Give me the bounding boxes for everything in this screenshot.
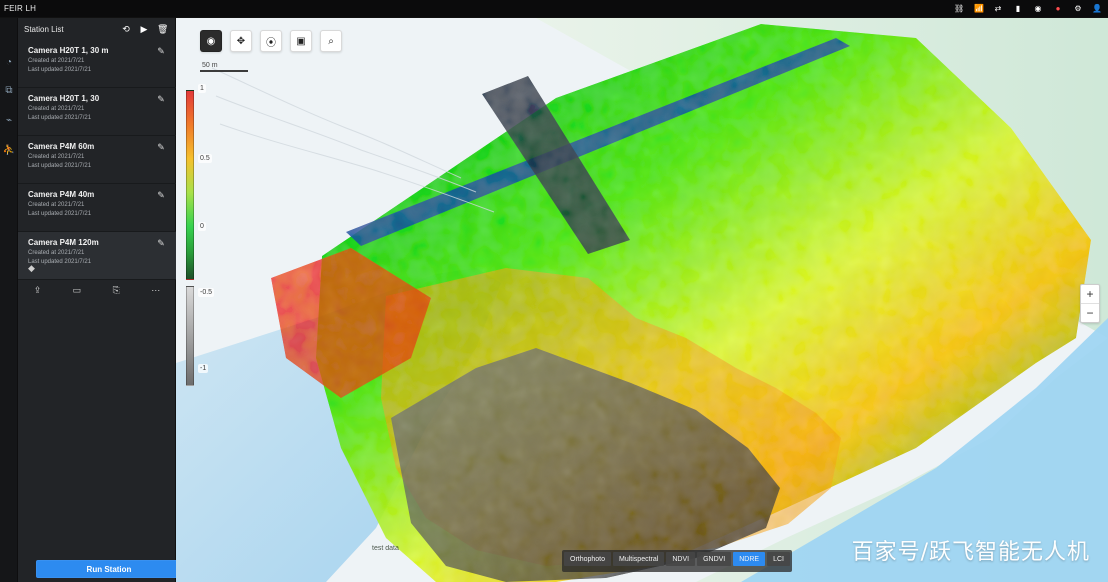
search-button[interactable]: ⌕	[320, 30, 342, 52]
map-canvas[interactable]: ◉ ✥ ⦿ ▣ ⌕ 50 m 1 0.5 0 -0.5 -1 + − test …	[176, 18, 1108, 582]
zoom-in-button[interactable]: +	[1081, 285, 1099, 303]
tab-orthophoto[interactable]: Orthophoto	[564, 552, 612, 566]
signal-icon: 📶	[974, 3, 984, 13]
legend-top: 1	[198, 84, 206, 93]
user-icon[interactable]: 👤	[1092, 4, 1102, 13]
status-group[interactable]: ⛓	[954, 3, 965, 13]
pin-button[interactable]: ⦿	[260, 30, 282, 52]
layers-icon[interactable]: ⧉	[3, 84, 15, 96]
eye-icon[interactable]: ◔	[3, 56, 15, 68]
edit-icon[interactable]: ✎	[156, 190, 166, 200]
app-title: FEIR LH	[4, 4, 37, 13]
plus-icon: +	[1086, 287, 1094, 301]
tab-ndre[interactable]: NDRE	[733, 552, 766, 566]
scale-text: 50 m	[202, 62, 218, 69]
top-status-area: ⛓ 📶 ⇄ ▮ ◉ ● ⚙ 👤	[954, 3, 1108, 13]
map-toolbar: ◉ ✥ ⦿ ▣ ⌕	[200, 30, 342, 52]
trash-icon[interactable]: 🗑	[157, 24, 168, 34]
status-icon: ⛓	[954, 3, 965, 13]
layer-tabs: Orthophoto Multispectral NDVI GNDVI NDRE…	[562, 550, 792, 572]
battery-group[interactable]: ▮	[1014, 3, 1024, 13]
run-station-button[interactable]: Run Station	[36, 560, 182, 578]
list-item-active[interactable]: Camera P4M 120m Created at 2021/7/21 Las…	[18, 232, 176, 280]
sidebar-header-actions: ⟲ ▶ 🗑	[121, 24, 168, 34]
search-icon: ⌕	[328, 35, 334, 47]
move-button[interactable]: ✥	[230, 30, 252, 52]
globe-button[interactable]: ◉	[200, 30, 222, 52]
station-name: Camera P4M 120m	[28, 238, 99, 247]
more-icon[interactable]: ⋯	[151, 285, 160, 296]
signal-group[interactable]: 📶	[974, 3, 984, 13]
watermark: 百家号/跃飞智能无人机	[851, 540, 1090, 565]
station-updated: Last updated 2021/7/21	[28, 67, 92, 73]
station-created: Created at 2021/7/21	[28, 106, 85, 112]
tree-icon[interactable]: ⌁	[3, 114, 15, 126]
list-item[interactable]: Camera H20T 1, 30 Created at 2021/7/21 L…	[18, 88, 176, 136]
zoom-controls: + −	[1080, 284, 1100, 323]
station-updated: Last updated 2021/7/21	[28, 211, 92, 217]
tab-lci[interactable]: LCI	[767, 552, 790, 566]
sidebar-title: Station List	[24, 24, 64, 34]
map-svg[interactable]	[176, 18, 1108, 582]
edit-icon[interactable]: ✎	[156, 94, 166, 104]
alert-group[interactable]: ●	[1054, 3, 1064, 13]
record-group[interactable]: ◉	[1034, 3, 1044, 13]
play-icon[interactable]: ▶	[139, 24, 149, 34]
legend-bottom: -1	[198, 364, 209, 373]
globe-icon: ◉	[206, 35, 216, 47]
screenshot-button[interactable]: ▣	[290, 30, 312, 52]
left-rail: ◔ ⧉ ⌁ ⛹	[0, 18, 18, 582]
minus-icon: −	[1086, 306, 1094, 320]
import-icon[interactable]: ⇪	[34, 285, 42, 296]
alert-icon: ●	[1055, 3, 1061, 13]
station-created: Created at 2021/7/21	[28, 58, 85, 64]
station-created: Created at 2021/7/21	[28, 250, 85, 256]
tab-gndvi[interactable]: GNDVI	[697, 552, 732, 566]
station-updated: Last updated 2021/7/21	[28, 259, 92, 265]
scale-bar	[200, 70, 248, 72]
list-item[interactable]: Camera P4M 40m Created at 2021/7/21 Last…	[18, 184, 176, 232]
legend-low: -0.5	[198, 288, 215, 297]
station-list: Camera H20T 1, 30 m Created at 2021/7/21…	[18, 40, 176, 280]
folder-icon[interactable]: ▭	[73, 285, 82, 296]
station-name: Camera H20T 1, 30	[28, 94, 100, 103]
sidebar-header: Station List ⟲ ▶ 🗑	[18, 18, 175, 40]
map-label: test data	[372, 545, 399, 552]
station-created: Created at 2021/7/21	[28, 202, 85, 208]
station-created: Created at 2021/7/21	[28, 154, 85, 160]
pin-icon: ⦿	[266, 37, 276, 49]
record-icon: ◉	[1034, 3, 1042, 13]
legend-mid: 0.5	[198, 154, 212, 163]
battery-icon: ▮	[1015, 3, 1021, 13]
layers-icon[interactable]: ◆	[28, 263, 38, 273]
legend-mid2: 0	[198, 222, 206, 231]
edit-icon[interactable]: ✎	[156, 46, 166, 56]
refresh-icon[interactable]: ⟲	[121, 24, 131, 34]
left-sidebar: Station List ⟲ ▶ 🗑 Camera H20T 1, 30 m C…	[18, 18, 182, 582]
list-item[interactable]: Camera H20T 1, 30 m Created at 2021/7/21…	[18, 40, 176, 88]
ndvi-legend-bar	[186, 90, 194, 280]
station-name: Camera P4M 40m	[28, 190, 95, 199]
top-bar: FEIR LH ⛓ 📶 ⇄ ▮ ◉ ● ⚙ 👤	[0, 0, 1108, 18]
tab-multispectral[interactable]: Multispectral	[613, 552, 665, 566]
tab-ndvi[interactable]: NDVI	[666, 552, 696, 566]
zoom-out-button[interactable]: −	[1081, 304, 1099, 322]
station-updated: Last updated 2021/7/21	[28, 163, 92, 169]
network-icon: ⇄	[994, 3, 1002, 13]
station-name: Camera P4M 60m	[28, 142, 95, 151]
list-item[interactable]: Camera P4M 60m Created at 2021/7/21 Last…	[18, 136, 176, 184]
network-group[interactable]: ⇄	[994, 3, 1004, 13]
move-icon: ✥	[236, 35, 246, 47]
station-updated: Last updated 2021/7/21	[28, 115, 92, 121]
grey-legend-bar	[186, 286, 194, 386]
edit-icon[interactable]: ✎	[156, 238, 166, 248]
settings-icon[interactable]: ⚙	[1074, 4, 1082, 13]
person-icon[interactable]: ⛹	[3, 144, 15, 156]
station-name: Camera H20T 1, 30 m	[28, 46, 109, 55]
sidebar-actions: ⇪ ▭ ⎘ ⋯	[18, 280, 176, 300]
camera-icon: ▣	[296, 35, 306, 47]
save-icon[interactable]: ⎘	[113, 285, 120, 296]
edit-icon[interactable]: ✎	[156, 142, 166, 152]
